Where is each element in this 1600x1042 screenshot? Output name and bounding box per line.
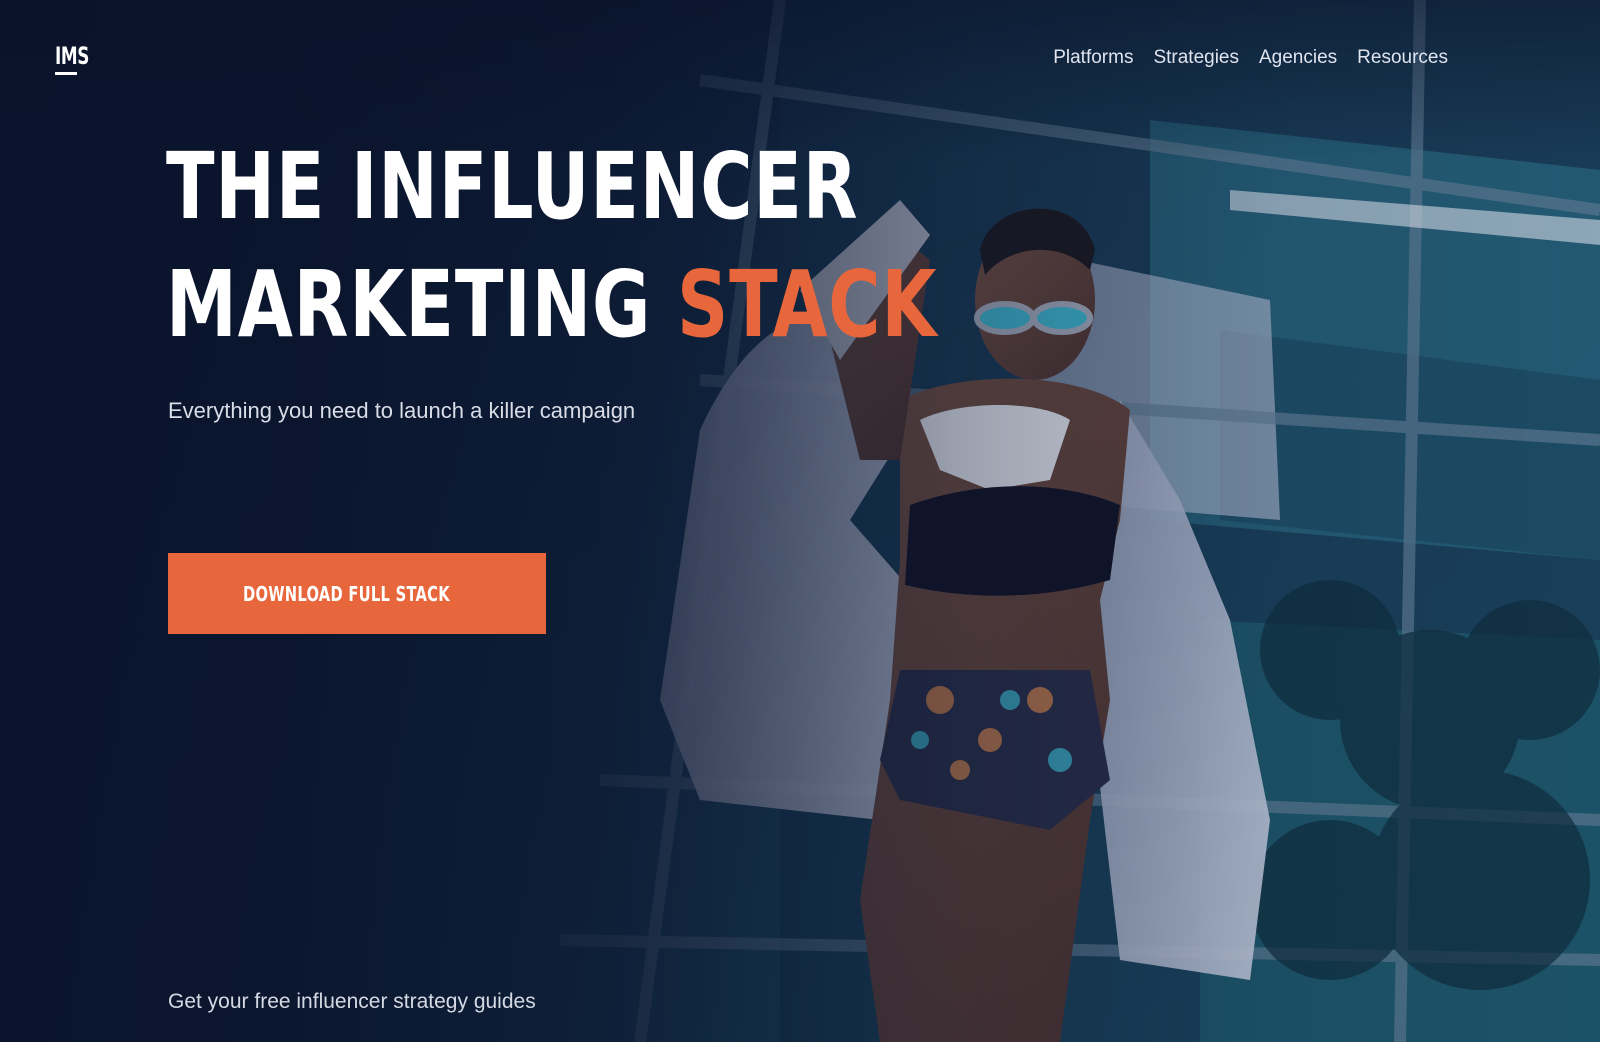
page-title: THE INFLUENCER MARKETING STACK bbox=[166, 128, 937, 364]
brand-logo[interactable]: IMS bbox=[55, 44, 95, 84]
nav-link-platforms[interactable]: Platforms bbox=[1053, 44, 1133, 72]
title-line-2-accent: STACK bbox=[676, 251, 938, 358]
title-line-1: THE INFLUENCER bbox=[166, 133, 859, 240]
hero-footnote: Get your free influencer strategy guides bbox=[168, 990, 536, 1013]
nav-link-strategies[interactable]: Strategies bbox=[1153, 44, 1239, 72]
hero-section: IMS Platforms Strategies Agencies Resour… bbox=[0, 0, 1600, 1042]
brand-logo-text: IMS bbox=[55, 42, 89, 70]
hero-subtitle: Everything you need to launch a killer c… bbox=[168, 398, 636, 423]
title-line-2-main: MARKETING bbox=[166, 251, 652, 358]
main-nav: Platforms Strategies Agencies Resources bbox=[1053, 44, 1448, 72]
brand-logo-underline bbox=[55, 72, 77, 75]
nav-link-agencies[interactable]: Agencies bbox=[1259, 44, 1337, 72]
download-full-stack-button[interactable]: DOWNLOAD FULL STACK bbox=[168, 553, 546, 634]
nav-link-resources[interactable]: Resources bbox=[1357, 44, 1448, 72]
download-button-label: DOWNLOAD FULL STACK bbox=[243, 581, 450, 606]
